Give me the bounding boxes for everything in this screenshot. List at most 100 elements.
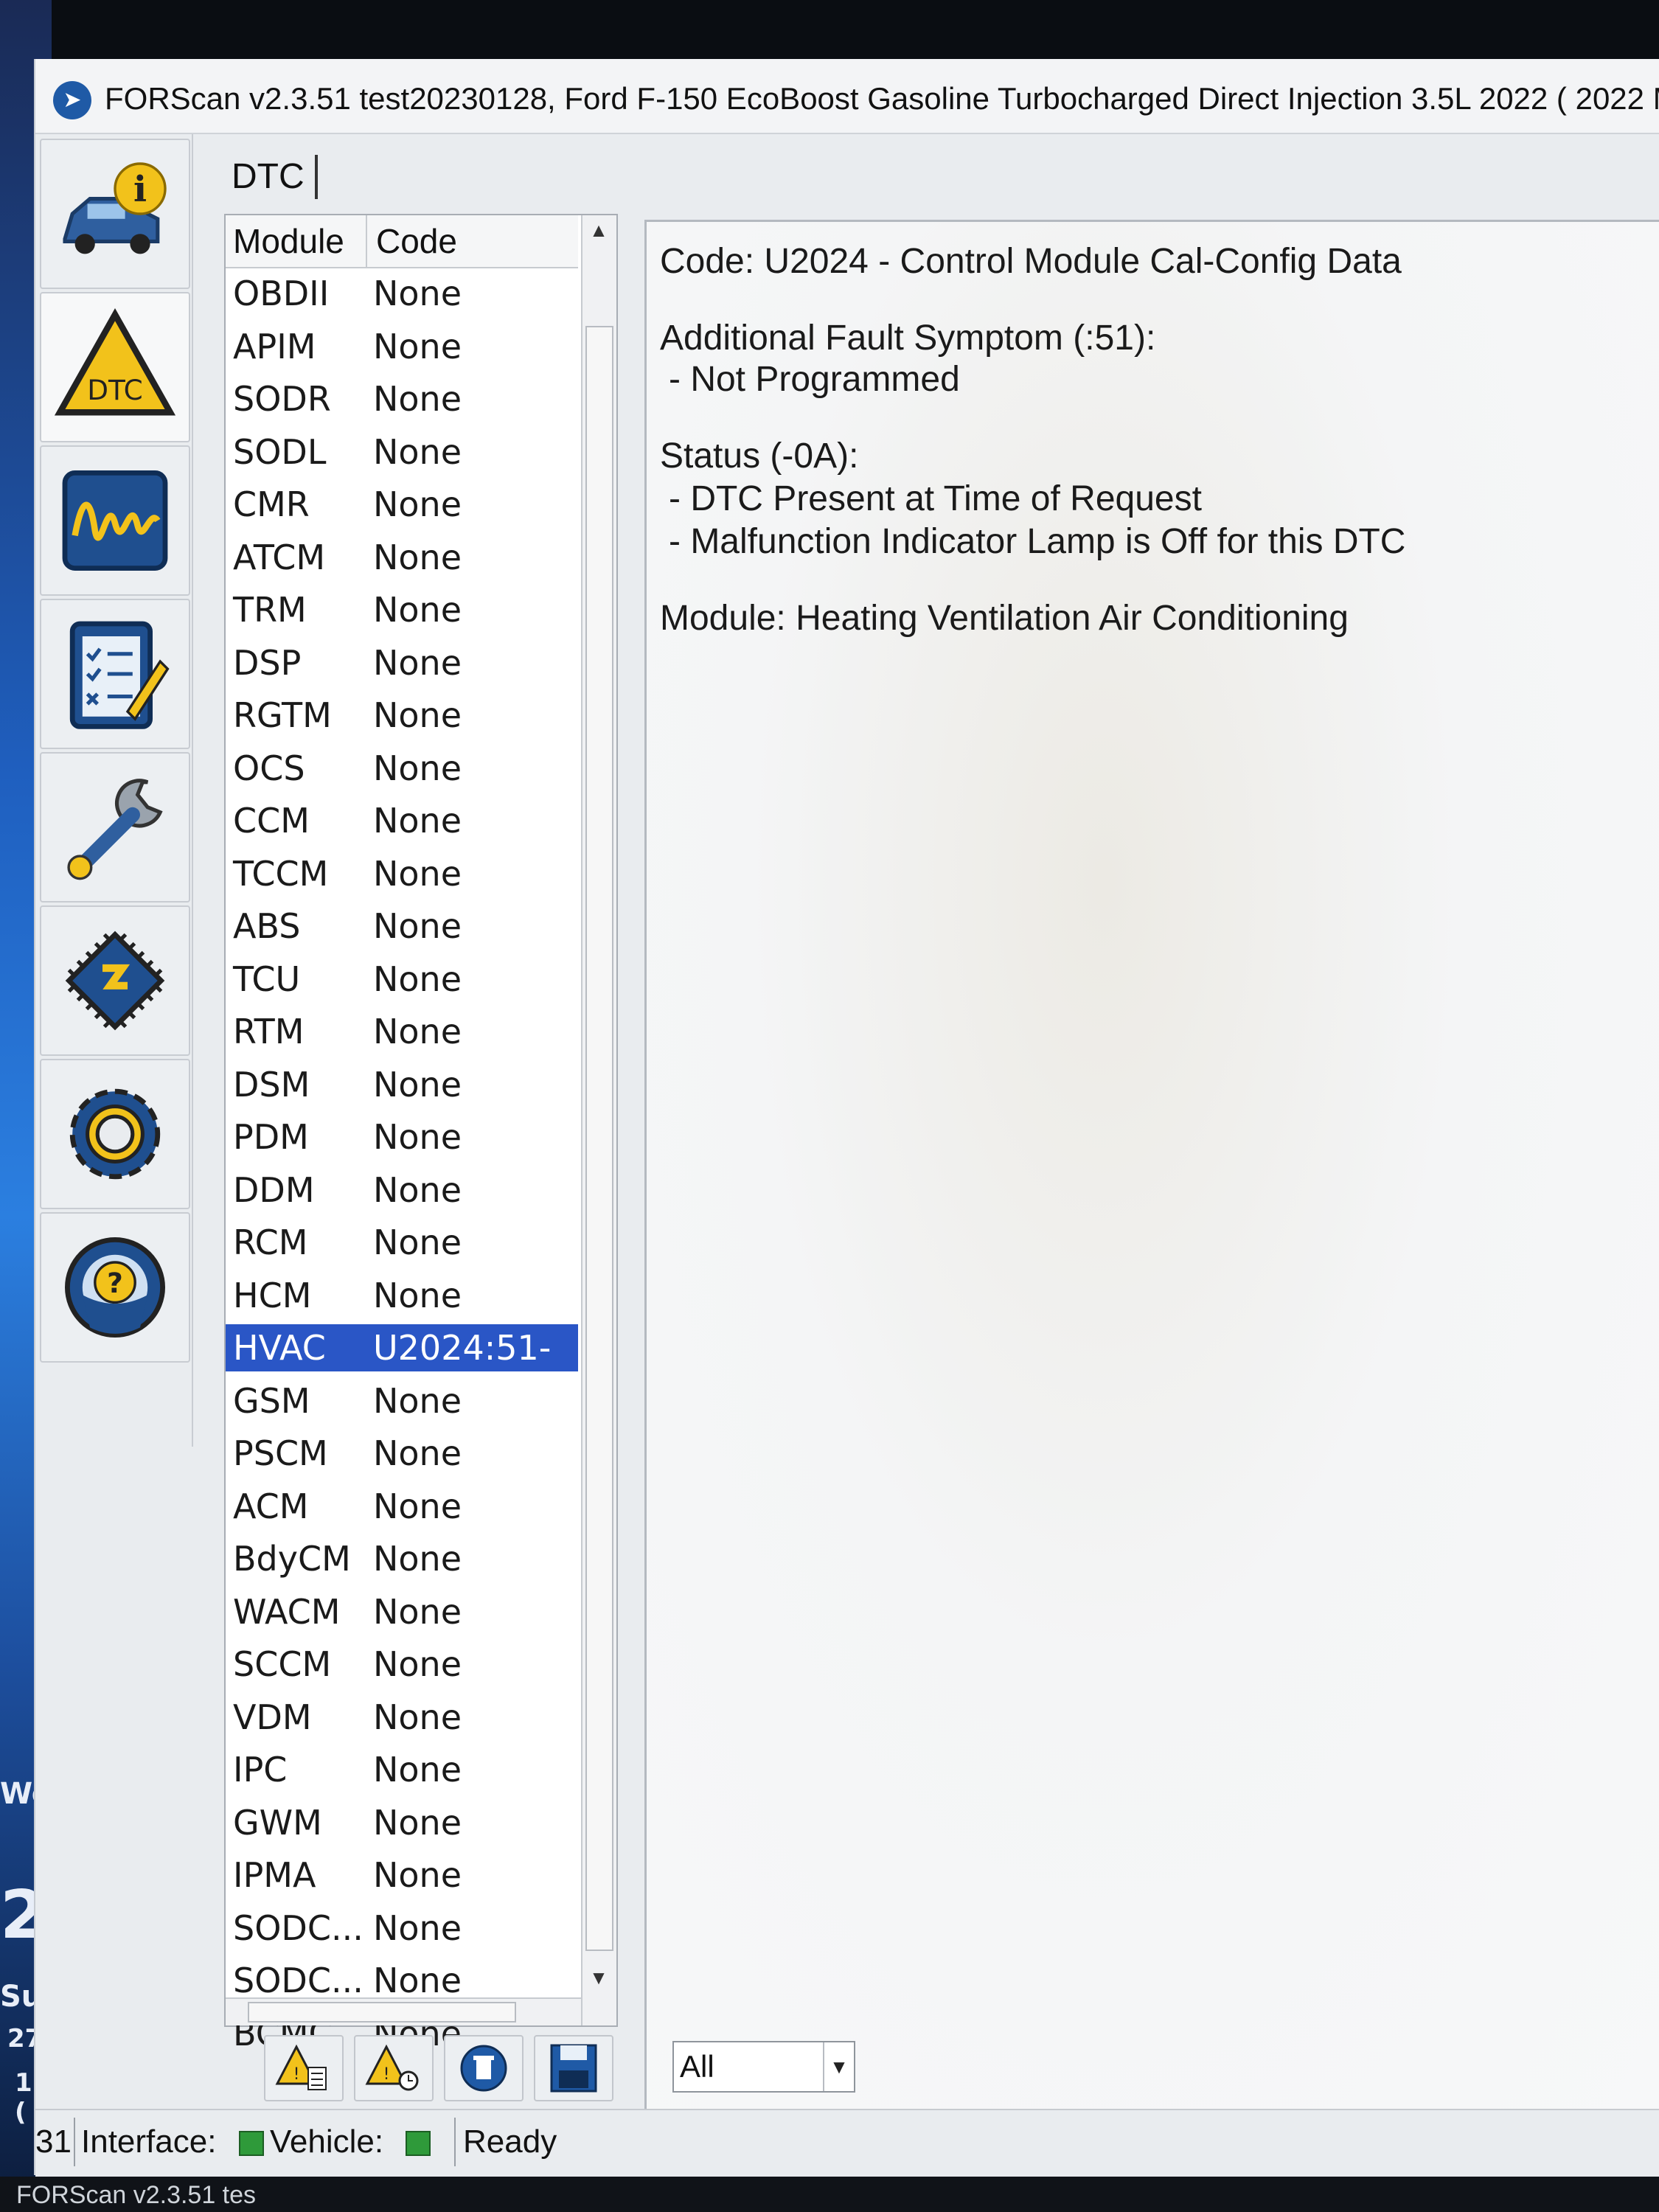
table-row[interactable]: ATCM None [226,534,578,581]
svg-text:!: ! [383,2065,390,2084]
table-row[interactable]: SODC... None [226,1905,578,1952]
chevron-down-icon[interactable]: ▼ [823,2042,854,2091]
module-name: TRM [233,590,307,630]
save-icon [550,2044,597,2093]
vehicle-info-button[interactable]: i [40,139,190,289]
module-name: RCM [233,1222,308,1262]
scroll-thumb[interactable] [585,326,613,1951]
help-steering-icon: ? [65,1237,165,1338]
module-name: ATCM [233,538,326,577]
status-item: - DTC Present at Time of Request [669,479,1202,518]
delete-button[interactable] [444,2035,524,2101]
table-row[interactable]: PSCM None [226,1430,578,1477]
column-header-code[interactable]: Code [376,215,457,267]
module-name: PSCM [233,1433,328,1473]
scroll-up-arrow-icon[interactable]: ▲ [587,217,611,243]
module-name: RTM [233,1012,305,1051]
table-row[interactable]: HCM None [226,1272,578,1319]
table-row[interactable]: CCM None [226,797,578,844]
table-row[interactable]: WACM None [226,1588,578,1635]
list-horizontal-scrollbar[interactable] [226,1997,581,2025]
ready-status: Ready [463,2124,557,2160]
window-title: FORScan v2.3.51 test20230128, Ford F-150… [105,81,1659,116]
module-name: TCU [233,959,301,999]
status-separator [74,2118,75,2166]
table-row[interactable]: ABS None [226,902,578,950]
table-row[interactable]: RGTM None [226,692,578,739]
table-row[interactable]: TCU None [226,956,578,1003]
table-row[interactable]: TRM None [226,586,578,633]
service-functions-button[interactable] [40,752,190,902]
table-row[interactable]: OCS None [226,745,578,792]
status-separator [454,2118,456,2166]
dtc-filter-select[interactable]: All ▼ [672,2041,855,2093]
table-row[interactable]: SODR None [226,375,578,422]
table-row[interactable]: IPMA None [226,1851,578,1899]
table-row[interactable]: ACM None [226,1483,578,1530]
table-row[interactable]: SODL None [226,428,578,476]
list-header: Module Code [226,215,578,268]
dtc-code: None [373,1539,462,1579]
status-left-fragment: 31 [35,2124,72,2160]
table-row[interactable]: RTM None [226,1008,578,1055]
oscilloscope-button[interactable] [40,445,190,596]
service-checklist-button[interactable] [40,599,190,749]
dtc-code: None [373,1381,462,1421]
dtc-code: None [373,1012,462,1051]
table-row[interactable]: SCCM None [226,1641,578,1688]
module-name: IPMA [233,1855,316,1895]
table-row[interactable]: CMR None [226,481,578,528]
dtc-code: None [373,1170,462,1210]
forscan-window: ➤ FORScan v2.3.51 test20230128, Ford F-1… [34,59,1659,2177]
module-name: DSP [233,643,302,683]
table-row[interactable]: VDM None [226,1694,578,1741]
table-row[interactable]: APIM None [226,323,578,370]
save-button[interactable] [534,2035,613,2101]
dtc-module-list[interactable]: Module Code OBDII None APIM None SODR None SOD… [224,214,618,2053]
dtc-code: None [373,801,462,841]
module-name: PDM [233,1117,309,1157]
help-button[interactable]: ? [40,1212,190,1363]
taskbar: FORScan v2.3.51 tes [0,2177,1659,2212]
dtc-clear-button[interactable]: ! [354,2035,434,2101]
module-name: GWM [233,1803,322,1843]
dtc-code: None [373,432,462,472]
table-row[interactable]: PDM None [226,1113,578,1161]
dtc-code-line: Code: U2024 - Control Module Cal-Config … [660,242,1402,281]
module-name: GSM [233,1381,310,1421]
forscan-app-icon: ➤ [53,81,91,119]
dtc-code: None [373,959,462,999]
dtc-code: None [373,1276,462,1315]
configuration-programming-button[interactable] [40,905,190,1056]
table-row[interactable]: TCCM None [226,850,578,897]
table-row[interactable]: BdyCM None [226,1535,578,1582]
table-row[interactable]: DSP None [226,639,578,686]
dtc-button[interactable]: DTC [40,292,190,442]
list-vertical-scrollbar[interactable]: ▲ ▼ [581,215,616,2025]
column-header-module[interactable]: Module [233,215,367,267]
gear-icon [69,1088,161,1180]
title-bar[interactable]: ➤ FORScan v2.3.51 test20230128, Ford F-1… [35,59,1659,134]
taskbar-forscan-item[interactable]: FORScan v2.3.51 tes [16,2181,256,2210]
table-row[interactable]: HVAC U2024:51-0A [226,1324,578,1415]
table-row[interactable]: IPC None [226,1746,578,1793]
dtc-code: None [373,1750,462,1790]
status-item: - Malfunction Indicator Lamp is Off for … [669,522,1406,561]
fault-symptom-title: Additional Fault Symptom (:51): [660,319,1156,358]
table-row[interactable]: DSM None [226,1061,578,1108]
tab-dtc[interactable]: DTC [232,155,318,199]
horizontal-scroll-thumb[interactable] [248,2002,516,2023]
table-row[interactable]: OBDII None [226,270,578,317]
chip-icon [65,931,165,1031]
table-row[interactable]: DDM None [226,1166,578,1214]
scroll-down-arrow-icon[interactable]: ▼ [587,1964,611,1991]
settings-button[interactable] [40,1059,190,1209]
dtc-code: None [373,1222,462,1262]
main-toolbar: i DTC ? [35,134,193,1447]
module-name: ABS [233,906,301,946]
table-row[interactable]: GSM None [226,1377,578,1425]
dtc-code: None [373,1855,462,1895]
dtc-report-button[interactable]: ! [264,2035,344,2101]
table-row[interactable]: GWM None [226,1799,578,1846]
table-row[interactable]: RCM None [226,1219,578,1266]
